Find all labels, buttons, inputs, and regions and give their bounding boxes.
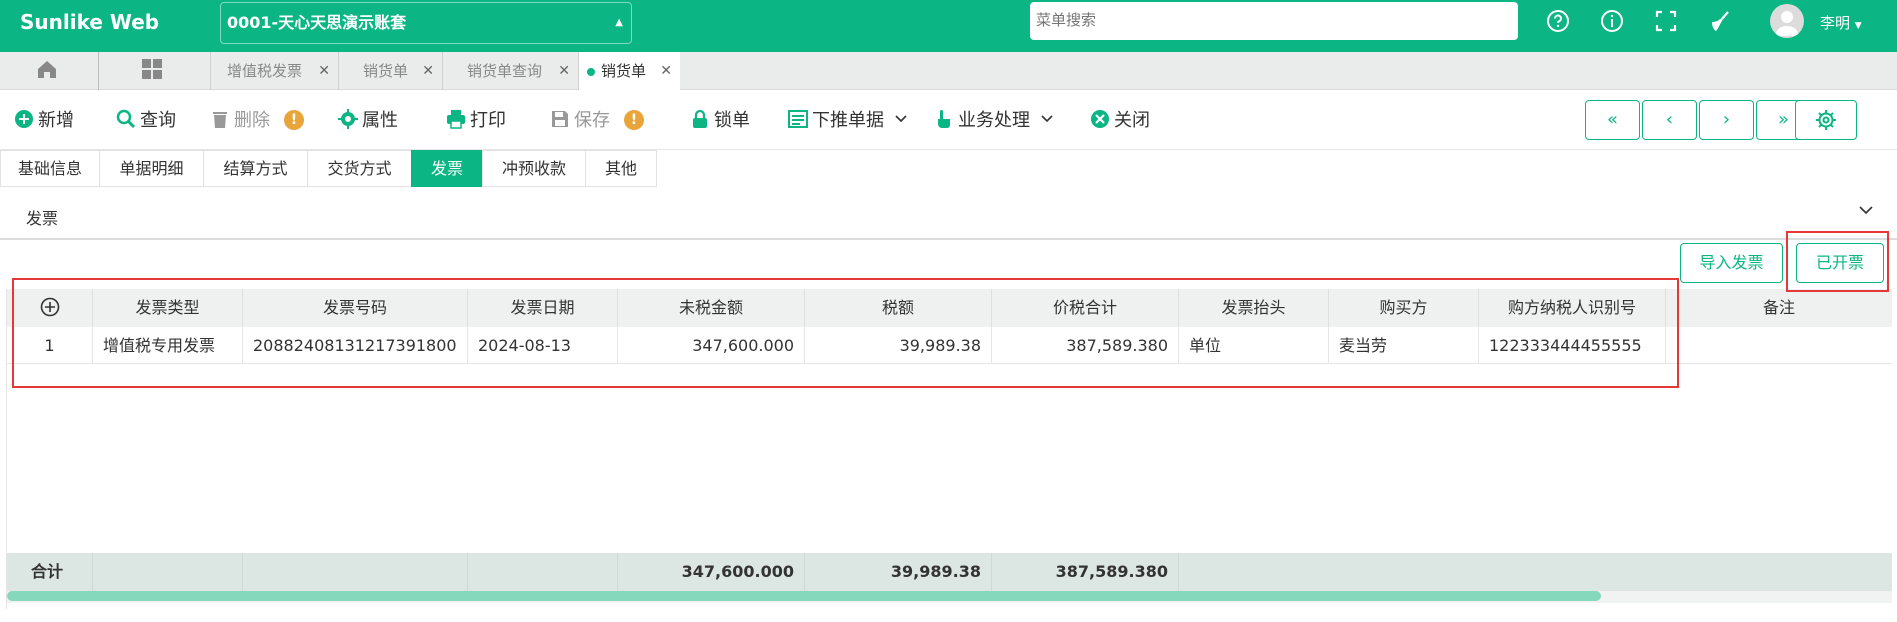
close-icon[interactable]: ✕ (558, 52, 570, 90)
chevron-left-icon: ‹ (1665, 109, 1674, 130)
tab-sales-order-query[interactable]: 销货单查询 ✕ (442, 52, 578, 90)
close-icon[interactable]: ✕ (318, 52, 330, 90)
footer-empty (243, 553, 468, 591)
tab-order-details[interactable]: 单据明细 (99, 150, 204, 187)
plus-circle-icon (15, 110, 33, 128)
settings-button[interactable] (1795, 100, 1857, 140)
push-down-dropdown[interactable]: 下推单据 (788, 108, 912, 134)
user-avatar[interactable] (1770, 4, 1804, 38)
hand-pointer-icon (938, 110, 950, 128)
footer-empty (93, 553, 243, 591)
tab-vat-invoice[interactable]: 增值税发票 ✕ (210, 52, 338, 90)
caret-up-icon: ▲ (615, 17, 623, 28)
warning-icon: ! (284, 110, 304, 130)
tab-settlement[interactable]: 结算方式 (203, 150, 308, 187)
home-icon (38, 61, 56, 78)
properties-button[interactable]: 属性 (338, 108, 398, 134)
tab-sales-order-active[interactable]: 销货单 ✕ (578, 52, 680, 90)
query-button[interactable]: 查询 (116, 108, 176, 134)
close-button[interactable]: 关闭 (1090, 108, 1150, 134)
save-button[interactable]: 保存! (550, 108, 644, 134)
tab-invoice[interactable]: 发票 (411, 150, 483, 187)
close-icon[interactable]: ✕ (660, 52, 672, 90)
lock-button[interactable]: 锁单 (690, 108, 750, 134)
delete-label: 删除 (234, 110, 270, 131)
delete-button[interactable]: 删除! (210, 108, 304, 134)
first-record-button[interactable]: « (1585, 100, 1640, 140)
print-label: 打印 (470, 110, 506, 131)
tab-sales-order-1[interactable]: 销货单 ✕ (338, 52, 442, 90)
user-name[interactable]: 李明 ▼ (1820, 12, 1862, 33)
add-label: 新增 (38, 110, 74, 131)
save-disk-icon (552, 111, 568, 127)
home-tab[interactable] (0, 52, 98, 90)
save-label: 保存 (574, 110, 610, 131)
footer-untaxed-sum: 347,600.000 (618, 553, 805, 591)
print-button[interactable]: 打印 (446, 108, 506, 134)
fullscreen-icon[interactable] (1654, 9, 1678, 33)
search-icon (116, 109, 136, 129)
brand-logo[interactable]: Sunlike Web (20, 10, 159, 34)
tab-basic-info[interactable]: 基础信息 (0, 150, 100, 187)
grid-apps-icon (142, 59, 162, 79)
properties-label: 属性 (362, 110, 398, 131)
double-chevron-left-icon: « (1606, 109, 1618, 130)
tab-label: 销货单查询 (467, 62, 543, 80)
printer-icon (447, 110, 465, 129)
add-button[interactable]: 新增 (14, 108, 74, 134)
document-list-icon (788, 110, 808, 128)
apps-tab[interactable] (98, 52, 210, 90)
section-divider (0, 238, 1897, 240)
chevron-down-icon (895, 115, 907, 123)
tab-offset-prepayment[interactable]: 冲预收款 (482, 150, 586, 187)
caret-down-icon: ▼ (1854, 21, 1862, 31)
cell-remarks[interactable] (1666, 327, 1892, 364)
menu-search-input[interactable] (1030, 2, 1518, 40)
gear-icon (1816, 110, 1836, 130)
push-down-label: 下推单据 (812, 110, 884, 131)
close-icon[interactable]: ✕ (422, 52, 434, 90)
footer-total-label: 合计 (7, 553, 93, 591)
trash-icon (213, 112, 227, 128)
footer-total-sum: 387,589.380 (992, 553, 1179, 591)
scrollbar-thumb[interactable] (7, 591, 1601, 601)
chevron-down-icon (1041, 115, 1053, 123)
chevron-right-icon: › (1722, 109, 1731, 130)
query-label: 查询 (140, 110, 176, 131)
active-dot-icon (587, 67, 595, 76)
clean-broom-icon[interactable] (1708, 9, 1732, 33)
grid-footer: 合计 347,600.000 39,989.38 387,589.380 (7, 553, 1892, 591)
top-bar: Sunlike Web 0001-天心天思演示账套 ▲ 李明 ▼ (0, 0, 1897, 52)
tab-strip: 增值税发票 ✕ 销货单 ✕ 销货单查询 ✕ 销货单 ✕ (0, 52, 1897, 90)
close-label: 关闭 (1114, 110, 1150, 131)
col-remarks[interactable]: 备注 (1666, 289, 1892, 327)
user-name-label: 李明 (1820, 14, 1851, 32)
highlight-box-grid (12, 278, 1679, 388)
tab-other[interactable]: 其他 (585, 150, 657, 187)
business-dropdown[interactable]: 业务处理 (934, 108, 1058, 134)
help-icon[interactable] (1546, 9, 1570, 33)
business-label: 业务处理 (958, 110, 1030, 131)
next-record-button[interactable]: › (1699, 100, 1754, 140)
gear-icon (338, 109, 358, 129)
section-title: 发票 (26, 209, 59, 228)
tab-delivery[interactable]: 交货方式 (307, 150, 412, 187)
close-circle-icon (1091, 110, 1109, 128)
lock-label: 锁单 (714, 110, 750, 131)
warning-icon: ! (624, 110, 644, 130)
double-chevron-right-icon: » (1777, 109, 1789, 130)
footer-empty (468, 553, 618, 591)
tab-label: 销货单 (363, 62, 409, 80)
account-selector-label: 0001-天心天思演示账套 (227, 13, 407, 32)
prev-record-button[interactable]: ‹ (1642, 100, 1697, 140)
highlight-box-issued (1786, 231, 1889, 292)
tab-label: 增值税发票 (227, 62, 303, 80)
footer-tax-sum: 39,989.38 (805, 553, 992, 591)
info-icon[interactable] (1600, 9, 1624, 33)
chevron-down-icon[interactable] (1858, 202, 1874, 222)
account-selector[interactable]: 0001-天心天思演示账套 ▲ (220, 2, 632, 44)
lock-icon (693, 109, 707, 128)
import-invoice-button[interactable]: 导入发票 (1680, 243, 1783, 283)
tab-label: 销货单 (601, 62, 647, 80)
